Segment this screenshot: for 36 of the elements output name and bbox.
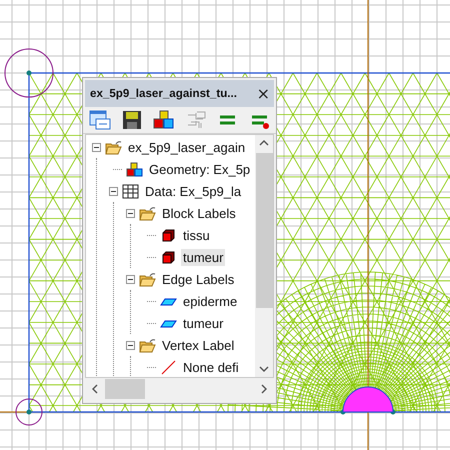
- collapse-toggle[interactable]: [109, 186, 118, 196]
- cube-icon: [160, 228, 177, 242]
- collapse-toggle[interactable]: [126, 208, 135, 218]
- close-button[interactable]: ×: [256, 84, 270, 103]
- scroll-down-icon[interactable]: [259, 366, 269, 372]
- window-icon: [89, 110, 111, 130]
- tree-item[interactable]: tumeur: [181, 314, 226, 332]
- panel-title: ex_5p9_laser_against_tu...: [90, 87, 237, 100]
- tree-item[interactable]: Edge Labels: [160, 270, 236, 288]
- cube-icon: [160, 250, 177, 264]
- tree-item[interactable]: epiderme: [181, 292, 240, 310]
- collapse-toggle[interactable]: [92, 142, 101, 152]
- table-icon: [122, 184, 139, 198]
- half-disk-region: [342, 386, 394, 412]
- scroll-right-icon[interactable]: [261, 384, 267, 394]
- collapse-toggle[interactable]: [126, 274, 135, 284]
- tree-item[interactable]: Block Labels: [160, 204, 238, 222]
- tree-item[interactable]: None defi: [181, 358, 241, 376]
- tree-item[interactable]: Vertex Label: [160, 336, 236, 354]
- cubes-icon: [153, 110, 175, 130]
- tree-item[interactable]: Geometry: Ex_5p: [147, 160, 252, 178]
- vertical-scrollbar[interactable]: [255, 135, 273, 377]
- scroll-left-icon[interactable]: [92, 384, 98, 394]
- folder-icon: [139, 206, 156, 220]
- tree-item[interactable]: tumeur: [181, 248, 226, 266]
- cubes-icon: [126, 162, 143, 176]
- connector-icon: [185, 110, 207, 130]
- folder-icon: [139, 272, 156, 286]
- tree-item[interactable]: tissu: [181, 226, 212, 244]
- folder-icon: [105, 140, 122, 154]
- tree-item[interactable]: Data: Ex_5p9_la: [143, 182, 244, 200]
- folder-icon: [139, 338, 156, 352]
- tree-item[interactable]: ex_5p9_laser_again: [126, 138, 248, 156]
- line-icon: [160, 360, 177, 374]
- collapse-toggle[interactable]: [126, 340, 135, 350]
- scroll-up-icon[interactable]: [259, 140, 269, 146]
